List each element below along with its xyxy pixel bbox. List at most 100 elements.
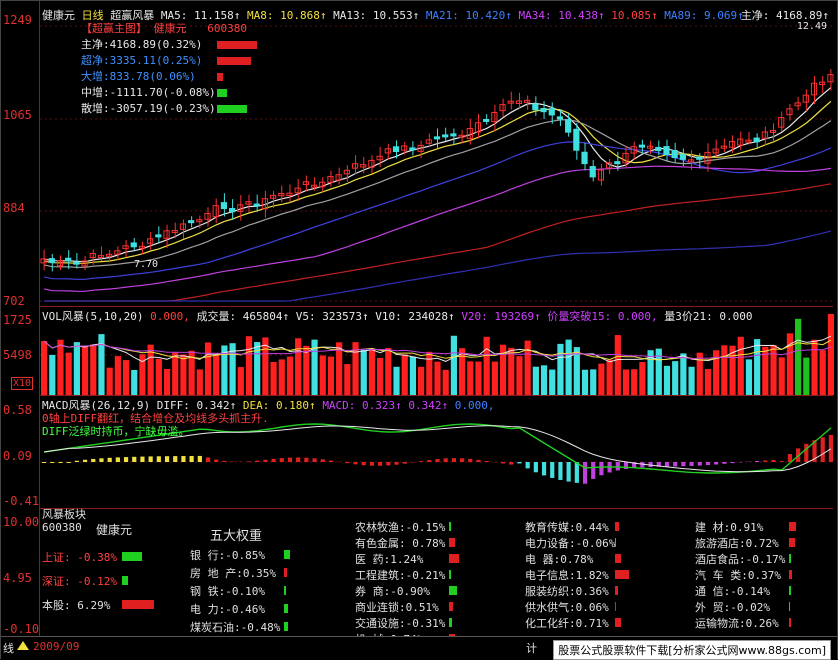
macd-histogram-bar <box>468 459 472 462</box>
sector-label: 煤炭石油:-0.48% <box>190 621 280 634</box>
ad-banner[interactable]: 股票公式股票软件下载[分析家公式网www.88gs.com] <box>553 640 831 660</box>
sector-row: 银 行:-0.85% <box>190 547 265 563</box>
macd-histogram-bar <box>190 456 194 462</box>
price-panel[interactable]: 健康元 日线 超赢风暴 MA5: 11.158↑ MA8: 10.868↑ MA… <box>40 1 833 307</box>
sector-row: 建 材:0.91% <box>695 519 763 535</box>
macd-histogram-bar <box>542 462 546 475</box>
macd-tick-3: -0.41 <box>3 494 39 508</box>
candle-body <box>393 147 398 152</box>
sector-bar <box>122 600 154 609</box>
volume-bar <box>566 340 572 395</box>
price-axis: 1249 1065 884 702 <box>1 1 39 306</box>
macd-histogram-bar <box>214 460 218 462</box>
volume-bar <box>738 337 744 395</box>
volume-bar <box>246 336 252 395</box>
sector-row: 农林牧渔:-0.15% <box>355 519 445 535</box>
macd-histogram-bar <box>419 461 423 462</box>
chart-window[interactable]: 健康元 日线 超赢风暴 MA5: 11.158↑ MA8: 10.868↑ MA… <box>0 0 838 659</box>
candle-body <box>811 83 816 95</box>
volume-bar <box>377 358 383 395</box>
volume-bar <box>115 356 121 395</box>
candle-body <box>410 148 415 150</box>
volume-bar <box>811 340 817 395</box>
sector-label: 电 器:0.78% <box>525 553 593 566</box>
sector-label: 房 地 产:0.35% <box>190 567 276 580</box>
macd-histogram-bar <box>42 462 46 463</box>
macd-histogram-bar <box>722 462 726 464</box>
volume-panel[interactable]: VOL风暴(5,10,20) 0.000, 成交量: 465804↑ V5: 3… <box>40 307 833 396</box>
candle-body <box>254 204 259 206</box>
sector-label: 服装纺织:0.36% <box>525 585 609 598</box>
volume-bar <box>615 335 621 395</box>
sector-bar <box>284 622 288 631</box>
volume-bar <box>49 355 55 395</box>
sector-bar <box>449 602 453 611</box>
macd-histogram-bar <box>550 462 554 478</box>
macd-macd-value: MACD: 0.323↑ <box>322 399 401 412</box>
macd-histogram-bar <box>222 461 226 462</box>
sector-label: 酒店食品:-0.17% <box>695 553 785 566</box>
macd-histogram-bar <box>288 458 292 462</box>
sector-bar <box>789 602 790 611</box>
candle-body <box>754 138 759 142</box>
board-title: 风暴板块 <box>42 506 86 522</box>
sector-row: 工程建筑:-0.21% <box>355 567 445 583</box>
macd-histogram-bar <box>304 458 308 462</box>
sector-row: 有色金属: 0.78% <box>355 535 445 551</box>
sector-row: 电 力:-0.46% <box>190 601 265 617</box>
sector-row: 深证: -0.12% <box>42 573 117 589</box>
macd-histogram-bar <box>394 462 398 465</box>
sector-row: 煤炭石油:-0.48% <box>190 619 280 635</box>
volume-bar <box>156 359 162 395</box>
vol-tick-2: 5498 <box>3 348 32 362</box>
sector-bar <box>615 570 629 579</box>
candle-body <box>672 151 677 158</box>
macd-histogram-bar <box>329 461 333 462</box>
volume-bar <box>705 369 711 395</box>
sector-bar <box>789 586 791 595</box>
sector-bar <box>449 570 451 579</box>
triangle-marker-icon <box>17 641 29 650</box>
macd-panel[interactable]: MACD风暴(26,12,9) DIFF: 0.342↑ DEA: 0.180↑… <box>40 396 833 509</box>
volume-bar <box>828 314 834 395</box>
macd-histogram-bar <box>83 460 87 462</box>
volume-bar <box>779 357 785 395</box>
sector-label: 电 力:-0.46% <box>190 603 265 616</box>
ma21-line <box>44 142 831 279</box>
macd-axis: 0.58 0.09 -0.41 <box>1 396 39 508</box>
volume-bar <box>557 344 563 395</box>
macd-histogram-bar <box>149 456 153 462</box>
candle-body <box>770 130 775 132</box>
macd-histogram-bar <box>714 462 718 464</box>
macd-histogram-bar <box>435 459 439 462</box>
sector-label: 银 行:-0.85% <box>190 549 265 562</box>
macd-histogram-bar <box>665 462 669 467</box>
macd-histogram-bar <box>616 462 620 470</box>
macd-histogram-bar <box>173 456 177 462</box>
vol-lj-value: 量3价21: 0.000 <box>664 310 752 323</box>
sector-row: 医 药:1.24% <box>355 551 423 567</box>
candle-body <box>66 258 71 261</box>
sector-label: 医 药:1.24% <box>355 553 423 566</box>
macd-histogram-bar <box>58 462 62 463</box>
volume-bar <box>123 360 129 395</box>
status-tab[interactable]: 线 <box>3 640 14 656</box>
sector-label: 运输物流:0.26% <box>695 617 779 630</box>
sector-row: 教育传媒:0.44% <box>525 519 609 535</box>
vol-scale-tag: X10 <box>11 377 33 390</box>
main-flow-rows: 主净:4168.89(0.32%)超净:3335.11(0.25%)大增:833… <box>81 37 261 117</box>
macd-histogram-bar <box>780 461 784 462</box>
macd-v2-value: 0.000, <box>455 399 495 412</box>
volume-bar <box>369 349 375 395</box>
sector-label: 电力设备:-0.06% <box>525 537 615 550</box>
macd-histogram-bar <box>763 460 767 462</box>
volume-bar <box>508 348 514 395</box>
volume-bar <box>525 341 531 395</box>
sector-label: 教育传媒:0.44% <box>525 521 609 534</box>
board-code: 600380 <box>42 521 82 534</box>
board-panel[interactable]: 风暴板块 600380 健康元 上证: -0.38%深证: -0.12%本股: … <box>40 511 835 635</box>
main-flow-label: 大增:833.78(0.06%) <box>81 70 196 83</box>
volume-bar <box>680 353 686 395</box>
sector-bar <box>789 554 791 563</box>
last-price-label: 12.49 <box>797 21 827 32</box>
